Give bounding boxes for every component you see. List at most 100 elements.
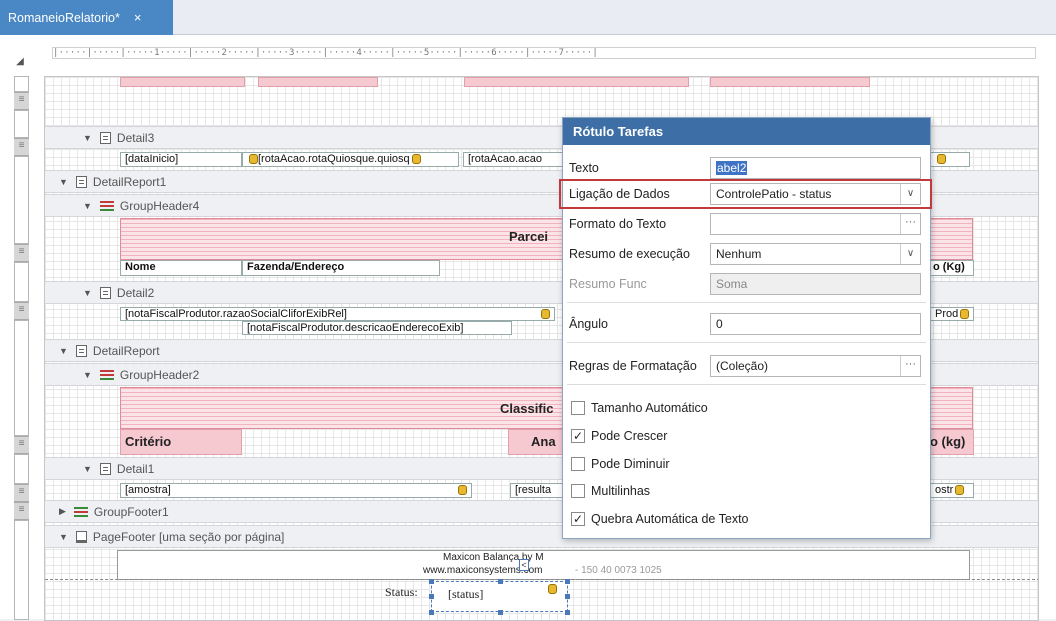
band-label: DetailReport: [92, 343, 160, 358]
checkbox-quebra-automatica[interactable]: ✓ Quebra Automática de Texto: [571, 512, 749, 526]
status-label: Status:: [385, 585, 418, 599]
status-field-selected[interactable]: [status]: [431, 581, 568, 612]
col-criterio[interactable]: Critério: [125, 434, 171, 449]
chevron-down-icon[interactable]: ∨: [900, 244, 920, 264]
band-label: Detail3: [116, 130, 155, 145]
band-remnant: [258, 77, 378, 87]
vruler-separator: ≡: [14, 302, 29, 320]
checkbox-box[interactable]: [571, 457, 585, 471]
resumo-dropdown[interactable]: Nenhum ∨: [710, 243, 921, 265]
field-datainicio[interactable]: [dataInicio]: [120, 152, 242, 167]
ellipsis-button[interactable]: ···: [900, 356, 920, 376]
checkbox-multilinhas[interactable]: Multilinhas: [571, 484, 650, 498]
angulo-input[interactable]: 0: [710, 313, 921, 335]
regras-label: Regras de Formatação: [569, 359, 697, 373]
regras-input[interactable]: (Coleção) ···: [710, 355, 921, 377]
texto-input[interactable]: abel2: [710, 157, 921, 179]
field-amostra[interactable]: [amostra]: [120, 483, 472, 498]
checkbox-pode-diminuir[interactable]: Pode Diminuir: [571, 457, 670, 471]
field-detail3-right[interactable]: [930, 152, 970, 167]
footer-line2-tail: - 150 40 0073 1025: [575, 565, 662, 576]
database-icon: [458, 485, 467, 495]
resumo-func-input: Soma: [710, 273, 921, 295]
ellipsis-button[interactable]: ···: [900, 214, 920, 234]
field-rota-quiosque[interactable]: [rotaAcao.rotaQuiosque.quiosq: [242, 152, 459, 167]
tab-title: RomaneioRelatorio*: [8, 10, 120, 25]
parceiro-heading: Parcei: [509, 229, 549, 244]
band-label: GroupHeader2: [119, 367, 200, 382]
row-formato: Formato do Texto ···: [563, 212, 930, 236]
separator: [567, 384, 926, 385]
vertical-ruler: ≡ ≡ ≡ ≡ ≡ ≡ ≡: [14, 76, 29, 620]
resize-handle[interactable]: [498, 610, 503, 615]
group-footer-icon: [73, 506, 88, 517]
col-fazenda[interactable]: Fazenda/Endereço: [242, 260, 440, 276]
row-resumo: Resumo de execução Nenhum ∨: [563, 242, 930, 266]
vruler-separator: ≡: [14, 502, 29, 520]
band-label: PageFooter [uma seção por página]: [92, 529, 285, 544]
col-ana[interactable]: Ana: [531, 434, 556, 449]
resize-handle[interactable]: [565, 579, 570, 584]
texto-label: Texto: [569, 161, 599, 175]
panel-title: Rótulo Tarefas: [563, 118, 930, 145]
resize-handle[interactable]: [429, 610, 434, 615]
separator: [567, 342, 926, 343]
row-resumo-func: Resumo Func Soma: [563, 272, 930, 296]
footer-line2: www.maxiconsystems.com: [423, 565, 543, 576]
field-descricao-endereco[interactable]: [notaFiscalProdutor.descricaoEnderecoExi…: [242, 321, 512, 335]
highlight-ligacao-de-dados: [559, 179, 932, 209]
resumo-label: Resumo de execução: [569, 247, 690, 261]
checkbox-box[interactable]: [571, 484, 585, 498]
detail-band-icon: [99, 286, 111, 299]
col-peso[interactable]: o (Kg): [928, 260, 974, 276]
row-angulo: Ângulo 0: [563, 312, 930, 336]
close-icon[interactable]: ×: [134, 10, 142, 25]
field-ostr[interactable]: ostr: [930, 483, 974, 498]
group-header-icon: [99, 200, 114, 211]
detail-report-icon: [75, 344, 87, 357]
field-prod[interactable]: Prod: [930, 307, 974, 321]
tab-romaneio-relatorio[interactable]: RomaneioRelatorio* ×: [0, 0, 173, 35]
col-peso2[interactable]: o (kg): [930, 434, 965, 449]
band-label: DetailReport1: [92, 174, 167, 189]
database-icon: [541, 309, 550, 319]
page-margin-line: [45, 579, 1038, 580]
database-icon: [937, 154, 946, 165]
row-texto: Texto abel2: [563, 156, 930, 180]
band-label: GroupHeader4: [119, 198, 200, 213]
vruler-separator: ≡: [14, 484, 29, 502]
formato-label: Formato do Texto: [569, 217, 667, 231]
formato-input[interactable]: ···: [710, 213, 921, 235]
classific-heading: Classific: [500, 401, 554, 416]
resize-handle[interactable]: [498, 579, 503, 584]
band-remnant: [464, 77, 689, 87]
database-icon: [960, 309, 970, 320]
col-nome[interactable]: Nome: [120, 260, 242, 276]
field-resultado[interactable]: [resulta: [510, 483, 563, 498]
field-razao-social[interactable]: [notaFiscalProdutor.razaoSocialCliforExi…: [120, 307, 555, 321]
checkbox-tamanho-automatico[interactable]: Tamanho Automático: [571, 401, 708, 415]
resize-handle[interactable]: [565, 594, 570, 599]
checkmark-icon[interactable]: ✓: [571, 512, 585, 526]
database-icon: [411, 154, 421, 165]
field-rota-acao[interactable]: [rotaAcao.acao: [463, 152, 563, 167]
checkmark-icon[interactable]: ✓: [571, 429, 585, 443]
resize-handle[interactable]: [429, 579, 434, 584]
checkbox-box[interactable]: [571, 401, 585, 415]
detail-report-icon: [75, 175, 87, 188]
vruler-separator: ≡: [14, 138, 29, 156]
resize-handle[interactable]: [429, 594, 434, 599]
row-regras: Regras de Formatação (Coleção) ···: [563, 354, 930, 378]
resize-handle[interactable]: [565, 610, 570, 615]
smart-tag-icon[interactable]: <: [519, 559, 529, 571]
document-tab-strip: RomaneioRelatorio* ×: [0, 0, 1056, 35]
checkbox-pode-crescer[interactable]: ✓ Pode Crescer: [571, 429, 667, 443]
group-header-icon: [99, 369, 114, 380]
angulo-label: Ângulo: [569, 317, 608, 331]
resumo-func-label: Resumo Func: [569, 277, 647, 291]
band-label: Detail2: [116, 285, 155, 300]
horizontal-ruler: |·····|·····|·····1·····|·····2·····|···…: [52, 47, 1036, 59]
vruler-separator: ≡: [14, 92, 29, 110]
band-label: GroupFooter1: [93, 504, 169, 519]
vruler-separator: ≡: [14, 436, 29, 454]
